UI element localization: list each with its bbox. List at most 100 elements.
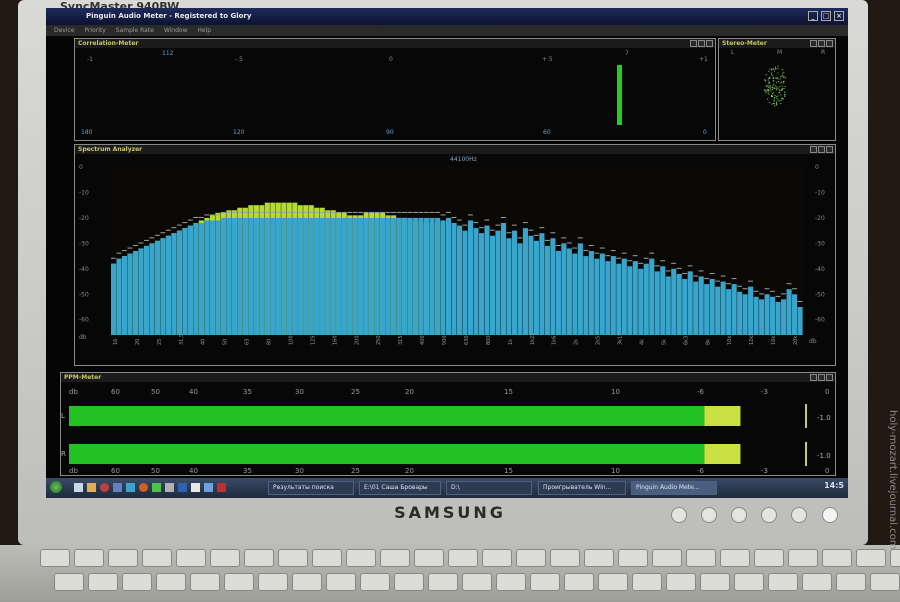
spectrum-peak-hold bbox=[451, 217, 457, 218]
db-scale-label-left: -50 bbox=[79, 291, 89, 298]
correlation-meter-panel: Correlation-Meter -1 112 -.5 0 +.5 7 +1 … bbox=[74, 38, 716, 141]
spectrum-bar bbox=[330, 217, 336, 335]
spectrum-bar bbox=[374, 217, 380, 335]
app-icon[interactable] bbox=[152, 483, 161, 492]
menu-device[interactable]: Device bbox=[54, 27, 75, 34]
start-button[interactable] bbox=[50, 481, 62, 493]
corr-angle-label: 0 bbox=[703, 129, 707, 136]
menu-help[interactable]: Help bbox=[197, 27, 211, 34]
keyboard-key bbox=[40, 549, 70, 567]
ppm-scale-top: -6 bbox=[697, 388, 705, 396]
keyboard-key bbox=[462, 573, 492, 591]
spectrum-bar bbox=[528, 235, 534, 335]
spectrum-peak-hold bbox=[121, 250, 127, 252]
taskbar: Результаты поиска E:\01 Саша Бровары D:\… bbox=[46, 478, 848, 498]
app-icon[interactable] bbox=[178, 483, 187, 492]
stereo-point bbox=[775, 96, 777, 98]
spectrum-peak-hold bbox=[270, 211, 276, 213]
stereo-point bbox=[781, 69, 783, 71]
app-icon[interactable] bbox=[87, 483, 96, 492]
task-pinguin-audio-meter[interactable]: Pinguin Audio Mete... bbox=[631, 481, 717, 495]
stereo-point bbox=[773, 99, 775, 101]
spectrum-peak-hold bbox=[643, 257, 649, 259]
ppm-level-green bbox=[69, 406, 705, 426]
task-explorer-d[interactable]: D:\ bbox=[446, 481, 532, 495]
monitor-button[interactable] bbox=[761, 507, 777, 523]
app-icon[interactable] bbox=[165, 483, 174, 492]
keyboard-key bbox=[584, 549, 614, 567]
freq-label: 63 bbox=[245, 339, 251, 345]
app-icon[interactable] bbox=[113, 483, 122, 492]
app-icon[interactable] bbox=[217, 483, 226, 492]
db-scale-label-right: 0 bbox=[815, 164, 819, 171]
monitor-button[interactable] bbox=[671, 507, 687, 523]
ppm-scale-top: 25 bbox=[351, 388, 360, 396]
stereo-point bbox=[783, 88, 785, 89]
task-explorer-sasha[interactable]: E:\01 Саша Бровары bbox=[359, 481, 441, 495]
keyboard-key bbox=[632, 573, 662, 591]
app-icon[interactable] bbox=[139, 483, 148, 492]
corr-label: -1 bbox=[87, 56, 93, 63]
keyboard-key bbox=[448, 549, 478, 567]
spectrum-bar bbox=[446, 217, 452, 335]
stereo-point bbox=[772, 87, 774, 89]
spectrum-bar bbox=[264, 217, 270, 335]
app-icon[interactable] bbox=[126, 483, 135, 492]
spectrum-peak-hold bbox=[654, 265, 660, 267]
stereo-point bbox=[767, 92, 769, 94]
ppm-peak-label: -1.0 bbox=[817, 414, 831, 422]
menu-window[interactable]: Window bbox=[164, 27, 188, 34]
spectrum-peak-hold bbox=[231, 211, 237, 213]
freq-label: 2k5 bbox=[596, 336, 602, 345]
close-button[interactable]: × bbox=[834, 11, 844, 21]
panel-close-button[interactable] bbox=[706, 40, 713, 47]
stereo-point bbox=[777, 95, 779, 97]
freq-label: 10k bbox=[727, 336, 733, 345]
ppm-scale-bottom: 35 bbox=[243, 467, 252, 475]
corr-angle-label: 120 bbox=[233, 129, 245, 136]
spectrum-bar bbox=[566, 248, 572, 335]
keyboard-key bbox=[122, 573, 152, 591]
monitor-button[interactable] bbox=[731, 507, 747, 523]
stereo-point bbox=[783, 82, 785, 84]
menu-sample-rate[interactable]: Sample Rate bbox=[116, 27, 154, 34]
spectrum-peak-hold bbox=[127, 247, 133, 249]
spectrum-bar bbox=[220, 217, 226, 335]
freq-label: 1k bbox=[508, 339, 514, 345]
monitor-button[interactable] bbox=[791, 507, 807, 523]
keyboard-key bbox=[564, 573, 594, 591]
monitor-button[interactable] bbox=[701, 507, 717, 523]
spectrum-peak-hold bbox=[402, 211, 407, 213]
panel-maximize-button[interactable] bbox=[698, 40, 705, 47]
stereo-point bbox=[772, 88, 773, 90]
panel-minimize-button[interactable] bbox=[690, 40, 697, 47]
minimize-button[interactable]: _ bbox=[808, 11, 818, 21]
spectrum-bar bbox=[385, 217, 391, 335]
stereo-point bbox=[767, 89, 768, 91]
spectrum-bar bbox=[693, 281, 699, 335]
menu-priority[interactable]: Priority bbox=[84, 27, 105, 34]
stereo-point bbox=[778, 100, 780, 102]
task-media-player[interactable]: Проигрыватель Win... bbox=[538, 481, 626, 495]
sample-rate-label: 44100Hz bbox=[450, 156, 477, 163]
app-icon[interactable] bbox=[100, 483, 109, 492]
stereo-point bbox=[776, 102, 777, 104]
ppm-scale-top: db bbox=[69, 388, 78, 396]
ppm-scale-top: 0 bbox=[825, 388, 829, 396]
keyboard-key bbox=[326, 573, 356, 591]
task-search-results[interactable]: Результаты поиска bbox=[268, 481, 354, 495]
spectrum-peak-hold bbox=[259, 211, 265, 213]
spectrum-bar bbox=[704, 284, 710, 335]
spectrum-bar bbox=[193, 223, 199, 335]
app-icon[interactable] bbox=[204, 483, 213, 492]
keyboard-key bbox=[394, 573, 424, 591]
maximize-button[interactable]: □ bbox=[821, 11, 831, 21]
spectrum-peak-hold bbox=[484, 219, 490, 221]
spectrum-peak-hold bbox=[182, 222, 188, 224]
app-icon[interactable] bbox=[74, 483, 83, 492]
spectrum-bar bbox=[231, 217, 237, 335]
app-icon[interactable] bbox=[191, 483, 200, 492]
stereo-point bbox=[780, 94, 782, 96]
power-button[interactable] bbox=[822, 507, 838, 523]
stereo-point bbox=[767, 86, 769, 88]
